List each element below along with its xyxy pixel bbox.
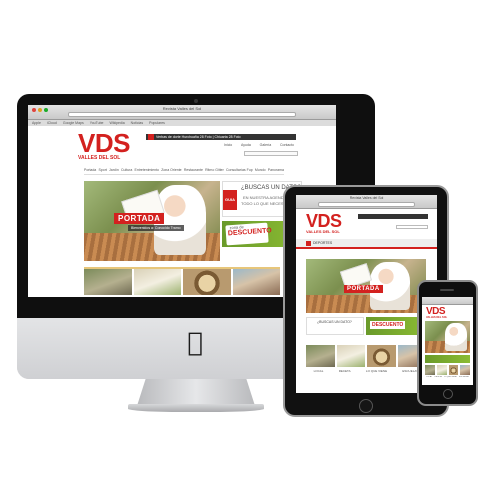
thumbnail-row xyxy=(84,267,280,295)
maximize-window-icon[interactable] xyxy=(44,108,48,112)
nav-item[interactable]: Cultura xyxy=(121,168,132,172)
apple-logo-icon:  xyxy=(184,330,206,356)
imac-camera-icon xyxy=(194,99,198,103)
bookmark-item[interactable]: iCloud xyxy=(47,121,57,125)
phone-logo[interactable]: VDS VALLES DEL SOL xyxy=(422,305,473,320)
thumbnail[interactable] xyxy=(460,365,470,375)
row-label[interactable]: RECETA xyxy=(435,376,442,378)
row-label[interactable]: LOCAL xyxy=(426,376,432,378)
hero-label: PORTADA xyxy=(114,213,165,224)
top-link[interactable]: Ayuda xyxy=(241,143,251,147)
thumbnail[interactable] xyxy=(436,365,447,375)
tablet-browser-title: Revista Valles del Sol xyxy=(349,196,384,200)
home-button-icon[interactable] xyxy=(359,399,373,413)
row-label[interactable]: LO QUE VIENE xyxy=(366,369,387,373)
thumbnail[interactable] xyxy=(336,345,365,367)
tablet-logo-main: VDS xyxy=(306,211,342,231)
iphone-speaker xyxy=(440,289,454,291)
row-label[interactable]: ESCUELAS xyxy=(459,376,469,378)
nav-item[interactable]: Jardín xyxy=(109,168,119,172)
phone-logo-sub: VALLES DEL SOL xyxy=(426,316,448,319)
desktop-browser-chrome: Revista Valles del Sol xyxy=(28,105,336,120)
nav-item[interactable]: Sport xyxy=(98,168,106,172)
row-label[interactable]: LOCAL xyxy=(314,369,324,373)
date-line: Verbas de dorte Hurchuaña 28 Foto | Chiu… xyxy=(156,135,241,139)
tablet-address-bar[interactable] xyxy=(318,202,415,207)
thumbnail[interactable] xyxy=(232,269,280,295)
ad-descuento-badge: zona de DESCUENTO xyxy=(225,222,272,246)
nav-item[interactable]: Ritmo Gitter xyxy=(205,168,224,172)
thumbnail[interactable] xyxy=(425,365,435,375)
ad-guia-badge: GUIA xyxy=(223,190,237,210)
tablet-search-input[interactable] xyxy=(396,225,428,229)
hero-caption: Bienvenidos a: Conocido Tramo xyxy=(128,225,184,231)
row-label[interactable]: ESCUELAS xyxy=(402,369,418,373)
top-link[interactable]: Galería xyxy=(260,143,271,147)
tablet-thumbnail-row xyxy=(306,345,426,367)
site-logo[interactable]: VDS VALLES DEL SOL xyxy=(78,130,130,161)
bookmark-item[interactable]: Noticias xyxy=(131,121,143,125)
main-nav: Portada Sport Jardín Cultura Entretenimi… xyxy=(84,166,284,175)
thumbnail[interactable] xyxy=(183,269,231,295)
tablet-section-label: DEPORTES xyxy=(313,241,333,245)
address-bar[interactable] xyxy=(68,112,296,117)
close-window-icon[interactable] xyxy=(32,108,36,112)
bookmark-item[interactable]: Populares xyxy=(149,121,165,125)
nav-item[interactable]: Consultarías Fup xyxy=(226,168,253,172)
tablet-ad-buscas-title: ¿BUSCAS UN DATO? xyxy=(317,320,352,324)
phone-screen: VDS VALLES DEL SOL LOCAL RECETA LO QUE V… xyxy=(422,297,473,385)
bookmark-item[interactable]: Apple xyxy=(32,121,41,125)
date-bar: Verbas de dorte Hurchuaña 28 Foto | Chiu… xyxy=(146,134,296,140)
thumbnail[interactable] xyxy=(306,345,335,367)
tablet-ad-descuento-text: DESCUENTO xyxy=(370,321,406,329)
phone-browser-chrome xyxy=(422,297,473,305)
section-icon xyxy=(306,241,311,246)
logo-main-text: VDS xyxy=(78,128,130,158)
tablet-logo-sub: VALLES DEL SOL xyxy=(306,229,340,234)
top-link[interactable]: Contacto xyxy=(280,143,294,147)
top-links: Inicio Ayuda Galería Contacto xyxy=(224,143,294,147)
row-label[interactable]: RECETA xyxy=(339,369,351,373)
phone-hero[interactable] xyxy=(425,321,470,353)
nav-item[interactable]: Restaurante xyxy=(184,168,203,172)
top-link[interactable]: Inicio xyxy=(224,143,232,147)
nav-item[interactable]: Entretenimiento xyxy=(134,168,159,172)
tablet-logo[interactable]: VDS VALLES DEL SOL xyxy=(306,212,342,234)
home-button-icon[interactable] xyxy=(443,389,453,399)
tablet-hero[interactable]: PORTADA xyxy=(306,259,426,313)
nav-item[interactable]: Panorama xyxy=(268,168,284,172)
thumbnail[interactable] xyxy=(133,269,181,295)
phone-row-labels: LOCAL RECETA LO QUE VIENE ESCUELAS xyxy=(425,376,470,378)
nav-item[interactable]: Portada xyxy=(84,168,96,172)
thumbnail[interactable] xyxy=(367,345,396,367)
bookmark-item[interactable]: YouTube xyxy=(90,121,104,125)
tablet-browser-chrome: Revista Valles del Sol xyxy=(296,195,437,209)
tablet-row-labels: LOCAL RECETA LO QUE VIENE ESCUELAS xyxy=(306,369,426,373)
ad-descuento-text: DESCUENTO xyxy=(227,227,272,238)
browser-window-title: Revista Valles del Sol xyxy=(162,106,202,111)
minimize-window-icon[interactable] xyxy=(38,108,42,112)
search-input[interactable] xyxy=(244,151,298,156)
phone-thumbnail-row xyxy=(425,365,470,375)
hero-banner[interactable]: PORTADA Bienvenidos a: Conocido Tramo xyxy=(84,181,220,261)
tablet-date-bar xyxy=(358,214,428,219)
thumbnail[interactable] xyxy=(84,269,132,295)
phone-ad[interactable] xyxy=(425,355,470,363)
tablet-section-bar: DEPORTES xyxy=(296,239,437,249)
imac-stand-foot xyxy=(128,404,264,412)
bookmark-item[interactable]: Wikipedia xyxy=(109,121,124,125)
small-red-icon xyxy=(148,134,154,140)
tablet-hero-label: PORTADA xyxy=(344,285,383,293)
site-header: VDS VALLES DEL SOL Verbas de dorte Hurch… xyxy=(28,126,336,166)
tablet-ad-buscas[interactable]: ¿BUSCAS UN DATO? xyxy=(306,317,364,335)
tablet-site-header: VDS VALLES DEL SOL xyxy=(296,209,437,239)
nav-item[interactable]: Mundo xyxy=(255,168,266,172)
nav-item[interactable]: Zona Oriente xyxy=(161,168,181,172)
thumbnail[interactable] xyxy=(448,365,459,375)
tablet-screen: Revista Valles del Sol VDS VALLES DEL SO… xyxy=(296,195,437,393)
row-label[interactable]: LO QUE VIENE xyxy=(444,376,457,378)
phone-hero-person xyxy=(445,323,467,351)
ad-buscas-line1: EN NUESTRA AGENDA xyxy=(243,195,287,200)
bookmark-item[interactable]: Google Maps xyxy=(63,121,84,125)
